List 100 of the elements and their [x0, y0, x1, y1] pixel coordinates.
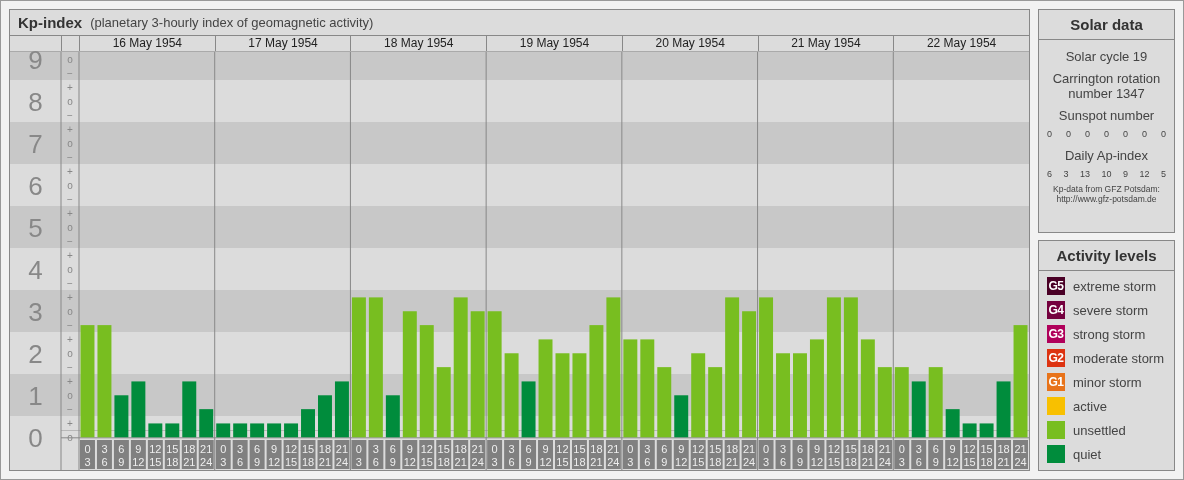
sunspot-value: 0 [1160, 129, 1166, 139]
x-axis-label: 6 9 [113, 440, 129, 469]
x-axis-label: 15 18 [979, 440, 995, 469]
date-label: 16 May 1954 [79, 36, 215, 51]
ap-index-value: 6 [1047, 169, 1052, 179]
x-tick-label: 6 9 [118, 443, 125, 468]
axis-sublevel-label: − [67, 403, 73, 415]
x-tick-label: 0 3 [762, 443, 770, 468]
level-label: moderate storm [1073, 350, 1165, 366]
x-axis-label: 12 15 [555, 440, 570, 469]
x-tick-label: 6 9 [525, 443, 532, 468]
x-axis-label: 6 9 [928, 440, 944, 469]
x-axis-label: 12 15 [962, 440, 978, 469]
x-axis-label: 18 21 [317, 440, 333, 469]
axis-sublevel-label: − [67, 109, 73, 121]
level-label: minor storm [1073, 374, 1142, 390]
x-tick-label: 0 3 [84, 443, 91, 468]
x-axis-label: 0 3 [758, 440, 774, 469]
date-label: 18 May 1954 [350, 36, 487, 51]
x-axis-label: 12 15 [690, 440, 706, 469]
axis-sublevel-label: − [67, 193, 73, 205]
sunspot-value: 0 [1122, 129, 1128, 139]
x-axis-label: 9 12 [538, 440, 553, 469]
x-axis-label: 21 24 [741, 440, 757, 469]
axis-sublevel-label: − [67, 235, 73, 247]
x-axis-label: 21 24 [877, 440, 893, 469]
axis-sublevel-label: + [67, 291, 73, 303]
x-tick-label: 6 9 [932, 443, 939, 468]
x-axis-label: 12 15 [283, 440, 299, 469]
ap-index-value: 3 [1063, 169, 1069, 179]
ap-index-value: 9 [1122, 169, 1128, 179]
date-label: 17 May 1954 [214, 36, 351, 51]
x-tick-label: 0 3 [355, 443, 362, 468]
level-label: strong storm [1073, 326, 1146, 342]
x-tick-label: 6 9 [254, 443, 261, 468]
panel-subtitle: (planetary 3-hourly index of geomagnetic activity) [90, 15, 374, 30]
x-axis-label: 18 21 [588, 440, 604, 469]
x-tick-label: 3 6 [101, 443, 108, 468]
x-axis-label: 3 6 [504, 440, 520, 469]
axis-sublevel-label: + [67, 249, 73, 261]
panel-title: Activity levels [1039, 241, 1174, 271]
ap-index-value: 12 [1139, 169, 1150, 179]
x-axis-label: 9 12 [130, 440, 146, 469]
axis-sublevel-label: + [67, 207, 73, 219]
date-label: 21 May 1954 [757, 36, 894, 51]
x-axis-label: 15 18 [164, 440, 180, 469]
x-axis-label: 3 6 [775, 440, 791, 469]
credit-text: Kp-data from GFZ Potsdam: [1053, 184, 1160, 194]
axis-sublevel-label: + [67, 81, 73, 93]
x-axis-label: 9 12 [402, 440, 418, 469]
ap-index-value: 10 [1101, 169, 1112, 179]
x-axis-label: 6 9 [792, 440, 808, 469]
axis-sublevel-label: − [67, 151, 73, 163]
date-label: 22 May 1954 [893, 36, 1029, 51]
x-tick-label: 6 9 [661, 443, 668, 468]
sunspot-value: 0 [1084, 129, 1090, 139]
x-axis-label: 18 21 [181, 440, 197, 469]
level-label: severe storm [1073, 302, 1149, 318]
x-axis-label: 21 24 [605, 440, 621, 469]
x-axis-label: 9 12 [945, 440, 961, 469]
level-swatch: G3 [1047, 325, 1065, 343]
x-tick-label: 3 6 [508, 443, 515, 468]
x-axis-label: 21 24 [198, 440, 214, 469]
date-label: 20 May 1954 [621, 36, 758, 51]
x-axis-label: 6 9 [249, 440, 265, 469]
axis-sublevel-label: − [67, 361, 73, 373]
date-label: 19 May 1954 [486, 36, 622, 51]
axis-sublevel-label: + [67, 417, 73, 429]
ap-index-value: 5 [1160, 169, 1166, 179]
x-axis-label: 3 6 [368, 440, 384, 469]
x-axis-label: 18 21 [996, 440, 1012, 469]
axis-level-label: 2 [28, 338, 43, 369]
sunspot-value: 0 [1047, 129, 1052, 139]
axis-sublevel-label: o [67, 347, 73, 359]
x-axis-label: 21 24 [470, 440, 486, 469]
x-tick-label: 6 9 [389, 443, 396, 468]
x-axis-label: 3 6 [232, 440, 248, 469]
axis-sublevel-label: o [67, 179, 73, 191]
x-axis-label: 9 12 [673, 440, 689, 469]
x-tick-label: 0 3 [898, 443, 905, 468]
axis-level-label: 7 [28, 128, 43, 159]
x-axis-label: 15 18 [843, 440, 859, 469]
level-label: active [1073, 398, 1107, 414]
axis-sublevel-label: + [67, 123, 73, 135]
x-axis-label: 3 6 [96, 440, 112, 469]
level-label: extreme storm [1073, 278, 1157, 294]
level-label: quiet [1073, 446, 1102, 462]
x-axis-label: 15 18 [571, 440, 587, 469]
level-swatch: G4 [1047, 301, 1065, 319]
x-axis-label: 6 9 [656, 440, 672, 469]
x-tick-label: 0 3 [491, 443, 498, 468]
axis-sublevel-label: o [67, 263, 73, 275]
axis-level-label: 3 [28, 296, 43, 327]
solar-cycle-text: Solar cycle 19 [1065, 49, 1148, 64]
x-axis-label: 9 12 [809, 440, 825, 469]
x-axis-label: 9 12 [266, 440, 282, 469]
x-axis-label: 18 21 [724, 440, 740, 469]
x-axis-label: 3 6 [639, 440, 655, 469]
x-axis-label: 6 9 [521, 440, 537, 469]
x-axis-label: 12 15 [147, 440, 163, 469]
